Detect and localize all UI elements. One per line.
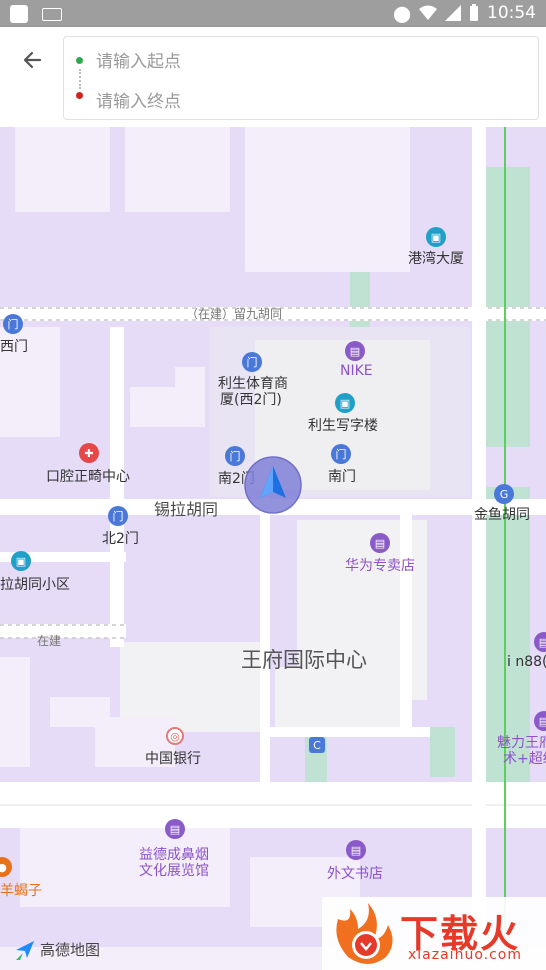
gate-pin-icon[interactable]: 门 xyxy=(331,444,351,464)
shop-pin-icon[interactable]: ▤ xyxy=(165,819,185,839)
poi-nike[interactable]: NIKE xyxy=(340,363,373,379)
poi-huawei[interactable]: 华为专卖店 xyxy=(345,555,415,575)
poi-xila-xiaoqu[interactable]: 拉胡同小区 xyxy=(0,574,70,594)
building-pin-icon[interactable]: ▣ xyxy=(335,393,355,413)
parking-pin-icon[interactable]: C xyxy=(309,737,325,753)
watermark: 下载火 xiazaihuo.com xyxy=(322,897,546,970)
shop-pin-icon[interactable]: ▤ xyxy=(370,533,390,553)
gate-pin-icon[interactable]: 门 xyxy=(3,314,23,334)
start-input[interactable]: 请输入起点 xyxy=(96,47,181,72)
gate-pin-icon[interactable]: 门 xyxy=(242,352,262,372)
gate-pin-icon[interactable]: 门 xyxy=(225,446,245,466)
building-pin-icon[interactable]: ▣ xyxy=(426,227,446,247)
route-header: 请输入起点 请输入终点 xyxy=(0,27,546,127)
poi-waiwen[interactable]: 外文书店 xyxy=(327,863,383,883)
map-view[interactable]: ▣ 港湾大厦 （在建）留九胡同 门 西门 ▤ NIKE 门 利生体育商 厦(西2… xyxy=(0,127,546,970)
app-icon xyxy=(10,5,28,23)
shop-pin-icon[interactable]: ▤ xyxy=(346,840,366,860)
road-liujiu: （在建）留九胡同 xyxy=(186,307,283,321)
road-xila: 锡拉胡同 xyxy=(154,500,219,519)
building-pin-icon[interactable]: ▣ xyxy=(11,551,31,571)
signal-icon xyxy=(445,5,461,21)
arrow-left-icon[interactable] xyxy=(18,45,48,75)
poi-bank[interactable]: 中国银行 xyxy=(145,748,201,768)
location-icon: ⬤ xyxy=(393,3,411,23)
amap-logo-icon xyxy=(16,941,34,960)
poi-nanmen[interactable]: 南门 xyxy=(328,466,356,486)
status-time: 10:54 xyxy=(487,3,536,23)
poi-yangxiezi[interactable]: 羊蝎子 xyxy=(0,880,42,900)
bank-pin-icon[interactable]: ◎ xyxy=(166,727,184,745)
amap-attribution-text: 高德地图 xyxy=(40,940,101,959)
poi-lisheng-office[interactable]: 利生写字楼 xyxy=(308,415,378,435)
tooth-pin-icon[interactable]: ✚ xyxy=(79,443,99,463)
shop-pin-icon[interactable]: ▤ xyxy=(345,341,365,361)
poi-bei2men[interactable]: 北2门 xyxy=(102,528,139,548)
map-attribution: 高德地图 xyxy=(14,938,100,960)
poi-gangwan[interactable]: 港湾大厦 xyxy=(408,248,464,268)
road-zaijian: 在建 xyxy=(37,634,62,648)
dotted-connector xyxy=(79,69,83,89)
poi-yidecheng-2[interactable]: 文化展览馆 xyxy=(139,860,209,880)
end-input[interactable]: 请输入终点 xyxy=(96,87,181,112)
gate-pin-icon[interactable]: 门 xyxy=(108,506,128,526)
watermark-subtitle: xiazaihuo.com xyxy=(408,947,522,963)
area-wangfu[interactable]: 王府国际中心 xyxy=(241,644,367,674)
poi-in88[interactable]: i n88( xyxy=(507,654,546,670)
route-input-box: 请输入起点 请输入终点 xyxy=(63,36,539,120)
end-dot xyxy=(76,92,83,99)
current-location-icon[interactable] xyxy=(244,456,302,514)
poi-lisheng-sports-2[interactable]: 厦(西2门) xyxy=(220,389,282,409)
poi-meili-2[interactable]: 术+超级 xyxy=(503,748,546,768)
map-base xyxy=(0,127,546,970)
poi-dental[interactable]: 口腔正畸中心 xyxy=(46,466,130,486)
status-bar: ⬤ 10:54 xyxy=(0,0,546,27)
wifi-icon xyxy=(419,5,437,20)
fire-logo-icon xyxy=(336,903,393,964)
bus-pin-icon[interactable]: G xyxy=(494,484,514,504)
poi-ximen[interactable]: 西门 xyxy=(0,336,28,356)
battery-icon xyxy=(470,4,478,21)
start-dot xyxy=(76,57,83,64)
keyboard-icon xyxy=(42,7,62,21)
poi-jinyu[interactable]: 金鱼胡同 xyxy=(474,504,530,524)
